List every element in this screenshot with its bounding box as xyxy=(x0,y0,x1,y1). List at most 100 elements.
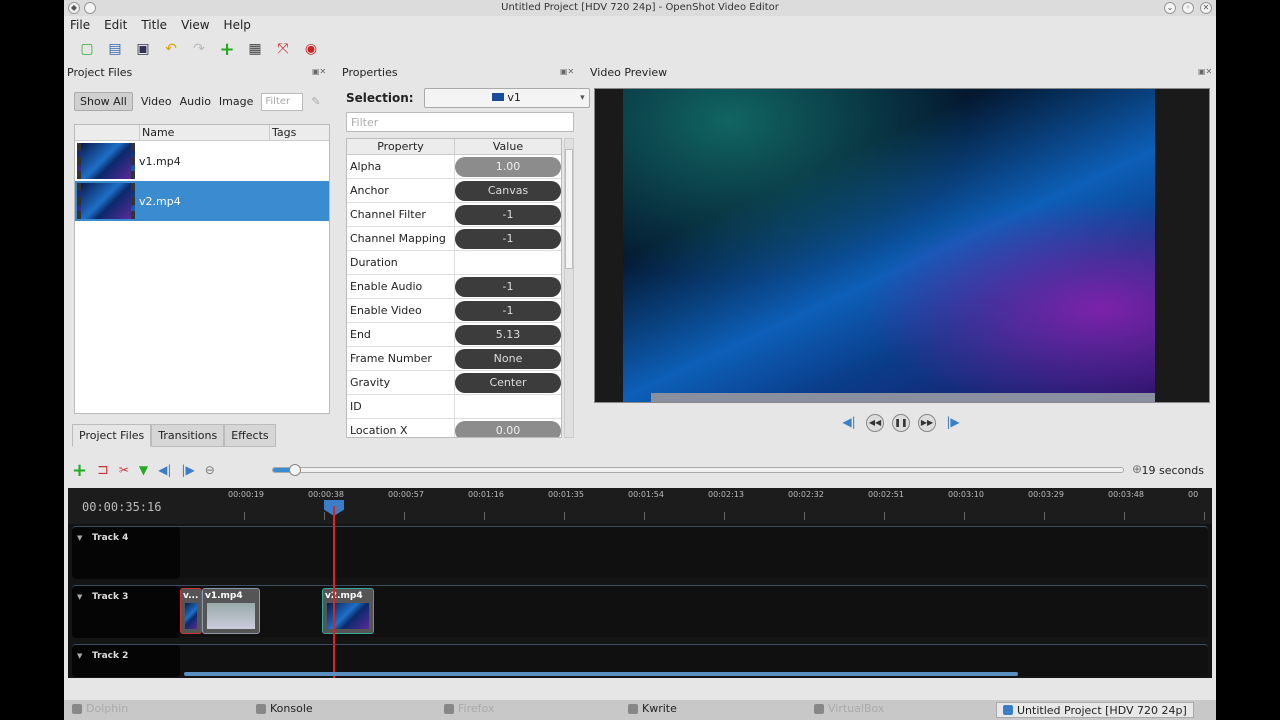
property-value-cell[interactable]: None xyxy=(455,347,561,370)
track-menu-icon[interactable]: ▼ xyxy=(77,593,82,601)
tab-transitions[interactable]: Transitions xyxy=(151,424,225,447)
timeline-clip[interactable]: v... xyxy=(180,588,202,634)
dock-float-close-icon[interactable]: ▣✕ xyxy=(1198,67,1212,76)
property-row[interactable]: ID xyxy=(347,395,561,419)
property-row[interactable]: Location X 0.00 xyxy=(347,419,561,437)
track-menu-icon[interactable]: ▼ xyxy=(77,534,82,542)
timeline-clip[interactable]: v1.mp4 xyxy=(202,588,260,634)
menu-help[interactable]: Help xyxy=(224,16,251,34)
undo-icon[interactable]: ↶ xyxy=(160,38,182,60)
filter-show-all[interactable]: Show All xyxy=(74,92,133,111)
property-value[interactable]: -1 xyxy=(455,228,561,249)
property-value[interactable]: -1 xyxy=(455,204,561,225)
property-value[interactable]: -1 xyxy=(455,276,561,297)
taskbar-item[interactable]: Firefox xyxy=(444,702,494,715)
filter-image[interactable]: Image xyxy=(219,95,253,108)
property-value-cell[interactable]: 1.00 xyxy=(455,155,561,178)
fullscreen-icon[interactable]: ⤧ xyxy=(272,38,294,60)
property-row[interactable]: Enable Video -1 xyxy=(347,299,561,323)
export-video-icon[interactable]: ◉ xyxy=(300,38,322,60)
minimize-icon[interactable]: ⌄ xyxy=(1164,2,1176,14)
selection-combo[interactable]: v1 xyxy=(423,88,590,108)
filter-video[interactable]: Video xyxy=(141,95,172,108)
column-property[interactable]: Property xyxy=(347,139,455,154)
filter-audio[interactable]: Audio xyxy=(180,95,211,108)
playhead[interactable] xyxy=(333,506,335,678)
dock-float-close-icon[interactable]: ▣✕ xyxy=(312,67,326,76)
redo-icon[interactable]: ↷ xyxy=(188,38,210,60)
track[interactable]: ▼ Track 4 xyxy=(72,526,1208,579)
taskbar-item[interactable]: Kwrite xyxy=(628,702,677,715)
property-value-cell[interactable]: Center xyxy=(455,371,561,394)
taskbar-item-active[interactable]: Untitled Project [HDV 720 24p] xyxy=(996,702,1194,718)
track-menu-icon[interactable]: ▼ xyxy=(77,652,82,660)
property-value-cell[interactable]: Canvas xyxy=(455,179,561,202)
taskbar-item[interactable]: VirtualBox xyxy=(814,702,884,715)
property-row[interactable]: Frame Number None xyxy=(347,347,561,371)
property-row[interactable]: Channel Mapping -1 xyxy=(347,227,561,251)
jump-end-icon[interactable]: |▶ xyxy=(944,414,962,432)
property-filter-input[interactable]: Filter xyxy=(346,112,574,132)
property-value-cell[interactable]: 0.00 xyxy=(455,419,561,437)
property-value-cell[interactable]: -1 xyxy=(455,299,561,322)
save-icon[interactable]: ▣ xyxy=(132,38,154,60)
property-value[interactable]: -1 xyxy=(455,300,561,321)
zoom-out-icon[interactable]: ⊖ xyxy=(205,463,215,477)
track[interactable]: ▼ Track 3 v... v1.mp4 v2.mp4 xyxy=(72,585,1208,638)
rewind-icon[interactable]: ◀◀ xyxy=(866,414,884,432)
property-value[interactable]: 0.00 xyxy=(455,420,561,437)
jump-start-icon[interactable]: ◀| xyxy=(840,414,858,432)
pause-icon[interactable]: ❚❚ xyxy=(892,414,910,432)
property-value-cell[interactable]: 5.13 xyxy=(455,323,561,346)
property-row[interactable]: Gravity Center xyxy=(347,371,561,395)
timeline-ruler[interactable]: 00:00:35:16 00:00:19 00:00:38 00:00:57 00:0… xyxy=(68,488,1212,524)
column-tags[interactable]: Tags xyxy=(269,125,329,140)
fast-forward-icon[interactable]: ▶▶ xyxy=(918,414,936,432)
add-marker-icon[interactable]: ▼ xyxy=(139,463,148,477)
pin-icon[interactable] xyxy=(84,2,96,14)
snapping-icon[interactable]: ⊐ xyxy=(97,462,109,478)
property-value[interactable]: 1.00 xyxy=(455,156,561,177)
razor-icon[interactable]: ✂ xyxy=(119,463,129,477)
clear-filter-icon[interactable]: ✎ xyxy=(311,95,320,108)
file-row[interactable]: v1.mp4 xyxy=(75,141,329,181)
new-project-icon[interactable]: ▢ xyxy=(76,38,98,60)
close-icon[interactable]: ✕ xyxy=(1200,2,1212,14)
dock-float-close-icon[interactable]: ▣✕ xyxy=(560,67,574,76)
property-row[interactable]: Duration xyxy=(347,251,561,275)
property-value[interactable]: 5.13 xyxy=(455,324,561,345)
property-value[interactable]: Center xyxy=(455,372,561,393)
open-project-icon[interactable]: ▤ xyxy=(104,38,126,60)
maximize-icon[interactable]: ◦ xyxy=(1182,2,1194,14)
property-value-cell[interactable]: -1 xyxy=(455,203,561,226)
property-row[interactable]: Anchor Canvas xyxy=(347,179,561,203)
menu-edit[interactable]: Edit xyxy=(104,16,127,34)
tab-effects[interactable]: Effects xyxy=(224,424,276,447)
taskbar-item[interactable]: Konsole xyxy=(256,702,313,715)
property-row[interactable]: Enable Audio -1 xyxy=(347,275,561,299)
zoom-slider[interactable] xyxy=(272,464,1124,476)
property-row[interactable]: Alpha 1.00 xyxy=(347,155,561,179)
property-value[interactable]: Canvas xyxy=(455,180,561,201)
property-value-cell[interactable] xyxy=(455,395,561,418)
menu-file[interactable]: File xyxy=(70,16,90,34)
menu-view[interactable]: View xyxy=(181,16,209,34)
menu-title[interactable]: Title xyxy=(141,16,167,34)
taskbar-item[interactable]: Dolphin xyxy=(72,702,128,715)
property-value[interactable]: None xyxy=(455,348,561,369)
property-row[interactable]: Channel Filter -1 xyxy=(347,203,561,227)
import-files-icon[interactable]: + xyxy=(216,38,238,60)
timeline-scrollbar[interactable] xyxy=(184,672,1018,676)
tab-project-files[interactable]: Project Files xyxy=(72,424,152,447)
column-value[interactable]: Value xyxy=(455,139,561,154)
app-icon[interactable]: ◆ xyxy=(68,2,80,14)
property-value-cell[interactable]: -1 xyxy=(455,227,561,250)
property-row[interactable]: End 5.13 xyxy=(347,323,561,347)
property-scrollbar[interactable] xyxy=(564,138,574,438)
profile-icon[interactable]: ▦ xyxy=(244,38,266,60)
timeline-clip[interactable]: v2.mp4 xyxy=(322,588,374,634)
file-row[interactable]: v2.mp4 xyxy=(75,181,329,221)
file-filter-input[interactable]: Filter xyxy=(261,92,304,111)
column-name[interactable]: Name xyxy=(139,125,269,140)
add-track-icon[interactable]: + xyxy=(72,460,87,481)
